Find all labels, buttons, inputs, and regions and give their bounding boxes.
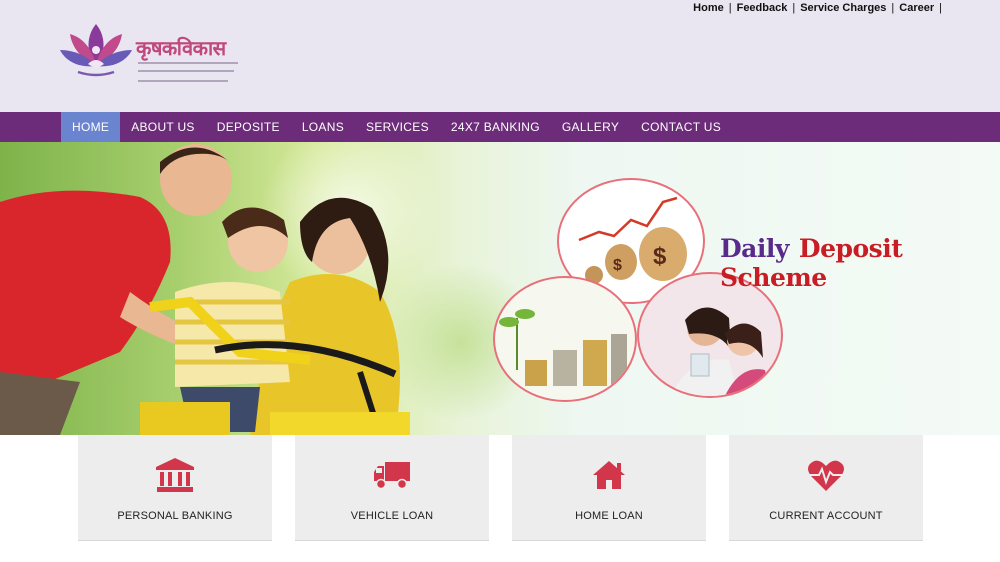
separator: |	[939, 2, 942, 14]
nav-about-us[interactable]: ABOUT US	[120, 112, 206, 142]
hero-banner[interactable]: $ $ Daily Deposit Scheme	[0, 142, 1000, 435]
card-label: CURRENT ACCOUNT	[769, 510, 883, 522]
logo-tagline	[138, 62, 238, 64]
service-cards: PERSONAL BANKING VEHICLE LOAN HOME LOAN	[78, 435, 924, 541]
nav-contact-us[interactable]: CONTACT US	[630, 112, 732, 142]
bank-icon	[155, 457, 195, 493]
card-vehicle-loan[interactable]: VEHICLE LOAN	[295, 435, 489, 541]
home-icon	[591, 457, 627, 493]
svg-text:$: $	[613, 257, 622, 274]
coins-plant-image	[493, 276, 637, 402]
nav-deposite[interactable]: DEPOSITE	[206, 112, 291, 142]
nav-loans[interactable]: LOANS	[291, 112, 355, 142]
site-logo[interactable]: कृषकविकास	[58, 20, 248, 100]
card-label: PERSONAL BANKING	[117, 510, 233, 522]
logo-text: कृषकविकास	[136, 36, 226, 60]
logo-tagline	[138, 70, 234, 72]
truck-icon	[373, 457, 411, 493]
family-photo	[0, 144, 410, 435]
top-link-home[interactable]: Home	[693, 2, 724, 14]
logo-tagline	[138, 80, 228, 82]
banner-headline: Daily Deposit Scheme	[720, 234, 1000, 292]
banner-title-word-daily: Daily	[720, 234, 789, 263]
top-link-career[interactable]: Career	[899, 2, 934, 14]
nav-24x7-banking[interactable]: 24X7 BANKING	[440, 112, 551, 142]
top-links: Home | Feedback | Service Charges | Care…	[693, 2, 942, 14]
svg-text:$: $	[653, 243, 667, 270]
nav-gallery[interactable]: GALLERY	[551, 112, 630, 142]
lotus-logo-icon	[60, 24, 132, 77]
site-header: Home | Feedback | Service Charges | Care…	[0, 0, 1000, 112]
card-personal-banking[interactable]: PERSONAL BANKING	[78, 435, 272, 541]
separator: |	[728, 2, 732, 14]
nav-home[interactable]: HOME	[61, 112, 121, 142]
top-link-service-charges[interactable]: Service Charges	[800, 2, 886, 14]
main-navigation: HOME ABOUT US DEPOSITE LOANS SERVICES 24…	[0, 112, 1000, 142]
card-current-account[interactable]: CURRENT ACCOUNT	[729, 435, 923, 541]
heartbeat-icon	[807, 457, 845, 493]
separator: |	[792, 2, 796, 14]
card-home-loan[interactable]: HOME LOAN	[512, 435, 706, 541]
nav-services[interactable]: SERVICES	[355, 112, 440, 142]
card-label: VEHICLE LOAN	[350, 510, 434, 522]
card-label: HOME LOAN	[575, 510, 643, 522]
top-link-feedback[interactable]: Feedback	[737, 2, 788, 14]
separator: |	[891, 2, 895, 14]
